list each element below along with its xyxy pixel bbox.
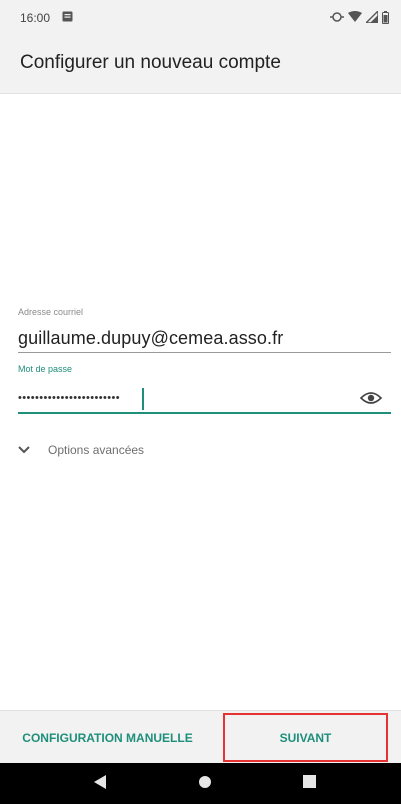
navigation-bar xyxy=(0,763,401,804)
status-bar: 16:00 xyxy=(0,0,401,36)
recents-icon[interactable] xyxy=(303,775,316,788)
system-icons xyxy=(330,10,389,24)
email-field-underline xyxy=(18,352,391,353)
bottom-action-bar: CONFIGURATION MANUELLE SUIVANT xyxy=(0,710,401,763)
sync-icon xyxy=(330,12,344,22)
password-field[interactable]: •••••••••••••••••••••••• xyxy=(18,392,120,404)
advanced-options-label: Options avancées xyxy=(48,443,145,457)
app-bar: Configurer un nouveau compte xyxy=(0,36,401,94)
text-cursor xyxy=(142,388,144,410)
home-icon[interactable] xyxy=(198,775,212,789)
password-field-underline xyxy=(18,412,391,414)
password-label: Mot de passe xyxy=(18,364,73,374)
manual-configuration-button[interactable]: CONFIGURATION MANUELLE xyxy=(0,711,215,764)
chevron-down-icon xyxy=(18,446,30,454)
back-icon[interactable] xyxy=(94,775,106,789)
page-title: Configurer un nouveau compte xyxy=(20,52,281,73)
status-time: 16:00 xyxy=(20,11,51,25)
eye-icon[interactable] xyxy=(360,391,382,405)
next-button[interactable]: SUIVANT xyxy=(223,713,388,762)
email-field[interactable]: guillaume.dupuy@cemea.asso.fr xyxy=(18,328,283,349)
notification-icon xyxy=(62,11,73,22)
advanced-options-toggle[interactable]: Options avancées xyxy=(18,443,144,457)
wifi-icon xyxy=(348,11,362,22)
battery-icon xyxy=(382,10,389,24)
email-label: Adresse courriel xyxy=(18,307,84,317)
signal-icon xyxy=(366,11,378,23)
screen: 16:00 Configurer un nouveau compte Adres… xyxy=(0,0,401,804)
